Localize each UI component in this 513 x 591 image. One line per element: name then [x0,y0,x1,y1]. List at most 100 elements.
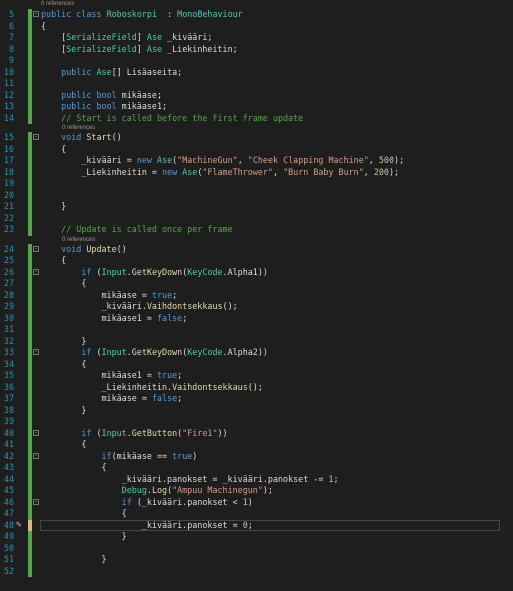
line-number: 32 [3,335,14,346]
fold-collapse-icon[interactable]: - [33,268,39,275]
code-token: MonoBehaviour [177,9,243,19]
code-line[interactable]: 27 { [0,278,513,290]
code-line[interactable]: 30 mikäase1 = false; [0,312,513,324]
line-number: 24 [3,243,14,254]
code-line[interactable]: 10 public Ase[] Lisäaseita; [0,66,513,78]
line-number: 31 [3,324,14,334]
fold-collapse-icon[interactable]: - [33,498,39,505]
change-marker [28,473,32,485]
code-line[interactable]: 43 { [0,462,513,474]
change-marker [28,519,32,531]
line-number: 8 [8,43,14,54]
change-marker [28,496,32,508]
code-line[interactable]: 36 _Liekinheitin.Vaihdontsekkaus(); [0,381,513,394]
code-line[interactable]: 21 } [0,201,513,213]
code-token: public bool [41,89,117,100]
line-number: 10 [3,66,14,77]
code-line[interactable]: 13 public bool mikäase1; [0,101,513,113]
code-line[interactable]: 7 [SerializeField] Ase _kivääri; [0,32,513,44]
code-line[interactable]: 38 } [0,404,513,416]
line-number: 13 [3,101,14,111]
codelens-references[interactable]: 0 references [41,0,74,9]
code-line[interactable]: 26 - if (Input.GetKeyDown(KeyCode.Alpha1)… [0,266,513,278]
code-line[interactable]: 46 - if (_kivääri.panokset < 1) [0,496,513,508]
code-text: _Liekinheitin.Vaihdontsekkaus(); [41,382,263,394]
code-line[interactable]: 17 _kivääri = new Ase("MachineGun", "Che… [0,155,513,167]
code-line[interactable]: 20 [0,189,513,201]
code-text: } [41,201,66,213]
fold-collapse-icon[interactable]: - [33,11,39,17]
code-line[interactable]: 28 mikäase = true; [0,289,513,301]
code-token: (); [222,301,238,311]
code-line[interactable]: 45 Debug.Log("Ampuu Machinegun"); [0,485,513,497]
code-token: Vaihdontsekkaus [172,381,248,392]
change-marker [28,189,32,201]
code-line[interactable]: 49 } [0,531,513,543]
code-line[interactable]: 41 { [0,439,513,451]
code-token: ; [177,393,183,403]
change-marker [28,243,32,255]
line-number: 14 [3,112,14,123]
change-marker [28,178,32,190]
code-token: "Ampuu Machinegun" [172,485,263,495]
code-line[interactable]: 40 - if (Input.GetButton("Fire1")) [0,427,513,439]
code-line[interactable]: 8 [SerializeField] Ase _Liekinheitin; [0,43,513,55]
code-line[interactable]: 39 [0,416,513,428]
code-token: ); [262,485,273,495]
code-token: GetKeyDown [131,347,183,357]
code-line[interactable]: 18 _Liekinheitin = new Ase("FlameThrower… [0,166,513,178]
code-text: { [41,21,46,33]
code-line[interactable]: 24 - void Update() [0,243,513,255]
fold-collapse-icon[interactable]: - [33,134,39,140]
code-line[interactable]: 5 - public class Roboskorpi : MonoBehaviou… [0,9,513,21]
code-line[interactable]: 33 - if (Input.GetKeyDown(KeyCode.Alpha2)… [0,347,513,359]
code-token: mikäase = [41,393,152,403]
code-line[interactable]: 52 [0,565,513,577]
code-token: Log [151,485,168,495]
code-line[interactable]: 50 [0,542,513,554]
code-line[interactable]: 31 [0,324,513,336]
code-token: [] Lisäaseita; [111,66,183,77]
code-editor[interactable]: 0 references 5- public class Roboskorpi :… [0,0,513,591]
code-line[interactable]: 35 mikäase1 = true; [0,370,513,382]
code-line[interactable]: 51 } [0,554,513,566]
code-line[interactable]: 14 // Start is called before the first f… [0,112,513,124]
change-marker [28,358,32,370]
line-number: 28 [3,289,14,300]
code-token: , [237,155,248,165]
code-line[interactable]: 11 [0,78,513,90]
code-line[interactable]: 16 { [0,143,513,155]
code-line[interactable]: 15 - void Start() [0,132,513,144]
code-line[interactable]: 23 // Update is called once per frame [0,224,513,236]
change-marker [28,55,32,67]
change-marker [28,312,32,324]
code-line[interactable]: 29 _kivääri.Vaihdontsekkaus(); [0,301,513,313]
code-token: Update [86,243,117,254]
code-line[interactable]: 47 { [0,508,513,520]
fold-collapse-icon[interactable]: - [33,245,39,252]
code-line[interactable]: ✎ 48 _kivääri.panokset = 0; [0,519,513,532]
code-line[interactable]: 37 mikäase = false; [0,393,513,405]
code-token: } [41,554,107,564]
code-line[interactable]: 22 [0,212,513,224]
code-line[interactable]: 42 - if(mikäase == true) [0,450,513,462]
code-line[interactable]: 25 { [0,255,513,267]
code-line[interactable]: 12 public bool mikäase; [0,89,513,101]
code-text: public bool mikäase1; [41,101,167,113]
code-line[interactable]: 9 [0,55,513,67]
code-line[interactable]: 32 } [0,335,513,347]
code-line[interactable]: 6{ [0,20,513,33]
code-line[interactable]: 19 [0,178,513,190]
fold-collapse-icon[interactable]: - [33,429,39,436]
fold-collapse-icon[interactable]: - [33,452,39,459]
code-line[interactable]: 44 _kivääri.panokset = _kivääri.panokset… [0,473,513,485]
code-line[interactable]: 34 { [0,358,513,370]
edit-pencil-icon[interactable]: ✎ [16,520,21,532]
code-token: , [368,155,379,165]
line-number: 5 [8,9,14,19]
line-number: 37 [3,393,14,403]
fold-collapse-icon[interactable]: - [33,349,39,355]
code-token: mikäase1 = [41,312,157,323]
code-token: { [41,358,87,369]
line-number: 33 [3,347,14,357]
